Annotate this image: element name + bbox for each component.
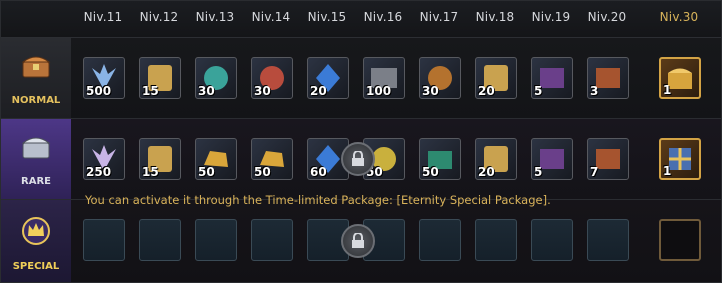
- level-header-13: Niv.13: [195, 10, 235, 24]
- reward-slot-special-20[interactable]: [587, 219, 629, 261]
- reward-quantity: 30: [198, 84, 215, 98]
- reward-quantity: 50: [422, 165, 439, 179]
- reward-quantity: 20: [478, 165, 495, 179]
- level-header-12: Niv.12: [139, 10, 179, 24]
- tier-row-normal: NORMAL 500 15 30 30 20 100 30 20 5 3 1: [1, 38, 721, 119]
- reward-quantity: 1: [663, 164, 672, 178]
- reward-slot-rare-11[interactable]: 250: [83, 138, 125, 180]
- reward-slot-normal-20[interactable]: 3: [587, 57, 629, 99]
- level-header-17: Niv.17: [419, 10, 459, 24]
- lock-icon: [352, 151, 364, 166]
- crown-icon: [22, 217, 50, 245]
- reward-slot-special-12[interactable]: [139, 219, 181, 261]
- reward-quantity: 7: [590, 165, 599, 179]
- tier-row-special: SPECIAL: [1, 200, 721, 282]
- level-rewards-panel: Niv.11 Niv.12 Niv.13 Niv.14 Niv.15 Niv.1…: [0, 0, 722, 283]
- reward-quantity: 1: [663, 83, 672, 97]
- reward-slot-special-17[interactable]: [419, 219, 461, 261]
- reward-quantity: 250: [86, 165, 112, 179]
- level-header-14: Niv.14: [251, 10, 291, 24]
- reward-slot-normal-18[interactable]: 20: [475, 57, 517, 99]
- reward-quantity: 20: [478, 84, 495, 98]
- reward-slot-normal-17[interactable]: 30: [419, 57, 461, 99]
- silver-chest-icon: [21, 137, 51, 159]
- reward-quantity: 5: [534, 84, 543, 98]
- level-header-16: Niv.16: [363, 10, 403, 24]
- reward-quantity: 60: [310, 165, 327, 179]
- reward-quantity: 30: [254, 84, 271, 98]
- reward-slot-rare-14[interactable]: 50: [251, 138, 293, 180]
- reward-quantity: 5: [534, 165, 543, 179]
- reward-slot-normal-19[interactable]: 5: [531, 57, 573, 99]
- reward-quantity: 100: [366, 84, 392, 98]
- lock-icon: [352, 233, 364, 248]
- reward-quantity: 20: [310, 84, 327, 98]
- lock-button-rare[interactable]: [341, 142, 375, 176]
- reward-slot-special-18[interactable]: [475, 219, 517, 261]
- reward-slot-normal-15[interactable]: 20: [307, 57, 349, 99]
- tier-label-special: SPECIAL: [1, 200, 71, 282]
- level-header-18: Niv.18: [475, 10, 515, 24]
- reward-slot-normal-13[interactable]: 30: [195, 57, 237, 99]
- level-header-19: Niv.19: [531, 10, 571, 24]
- reward-slot-special-11[interactable]: [83, 219, 125, 261]
- reward-slot-normal-14[interactable]: 30: [251, 57, 293, 99]
- reward-slot-rare-20[interactable]: 7: [587, 138, 629, 180]
- reward-slot-rare-12[interactable]: 15: [139, 138, 181, 180]
- reward-slot-special-13[interactable]: [195, 219, 237, 261]
- reward-quantity: 500: [86, 84, 112, 98]
- reward-slot-normal-12[interactable]: 15: [139, 57, 181, 99]
- tier-label-normal: NORMAL: [1, 38, 71, 118]
- reward-quantity: 30: [422, 84, 439, 98]
- reward-quantity: 50: [254, 165, 271, 179]
- level-header-row: Niv.11 Niv.12 Niv.13 Niv.14 Niv.15 Niv.1…: [1, 1, 721, 38]
- reward-slot-rare-18[interactable]: 20: [475, 138, 517, 180]
- reward-quantity: 15: [142, 84, 159, 98]
- reward-quantity: 3: [590, 84, 599, 98]
- reward-slot-special-19[interactable]: [531, 219, 573, 261]
- tier-name-rare: RARE: [21, 176, 51, 187]
- package-activation-notice: You can activate it through the Time-lim…: [85, 193, 551, 207]
- reward-quantity: 15: [142, 165, 159, 179]
- level-header-20: Niv.20: [587, 10, 627, 24]
- level-header-30: Niv.30: [659, 10, 699, 24]
- level-header-11: Niv.11: [83, 10, 123, 24]
- lock-button-special[interactable]: [341, 224, 375, 258]
- reward-slot-rare-17[interactable]: 50: [419, 138, 461, 180]
- reward-slot-special-14[interactable]: [251, 219, 293, 261]
- tier-name-special: SPECIAL: [12, 261, 60, 272]
- reward-slot-rare-13[interactable]: 50: [195, 138, 237, 180]
- reward-slot-normal-16[interactable]: 100: [363, 57, 405, 99]
- reward-slot-special-30[interactable]: [659, 219, 701, 261]
- reward-slot-normal-11[interactable]: 500: [83, 57, 125, 99]
- level-header-15: Niv.15: [307, 10, 347, 24]
- reward-quantity: 50: [198, 165, 215, 179]
- reward-slot-rare-30[interactable]: 1: [659, 138, 701, 180]
- tier-label-rare: RARE: [1, 119, 71, 199]
- tier-row-rare: RARE 250 15 50 50 60 50 50 20 5 7 1: [1, 119, 721, 200]
- chest-icon: [21, 56, 51, 78]
- reward-slot-normal-30[interactable]: 1: [659, 57, 701, 99]
- tier-name-normal: NORMAL: [11, 95, 61, 106]
- reward-slot-rare-19[interactable]: 5: [531, 138, 573, 180]
